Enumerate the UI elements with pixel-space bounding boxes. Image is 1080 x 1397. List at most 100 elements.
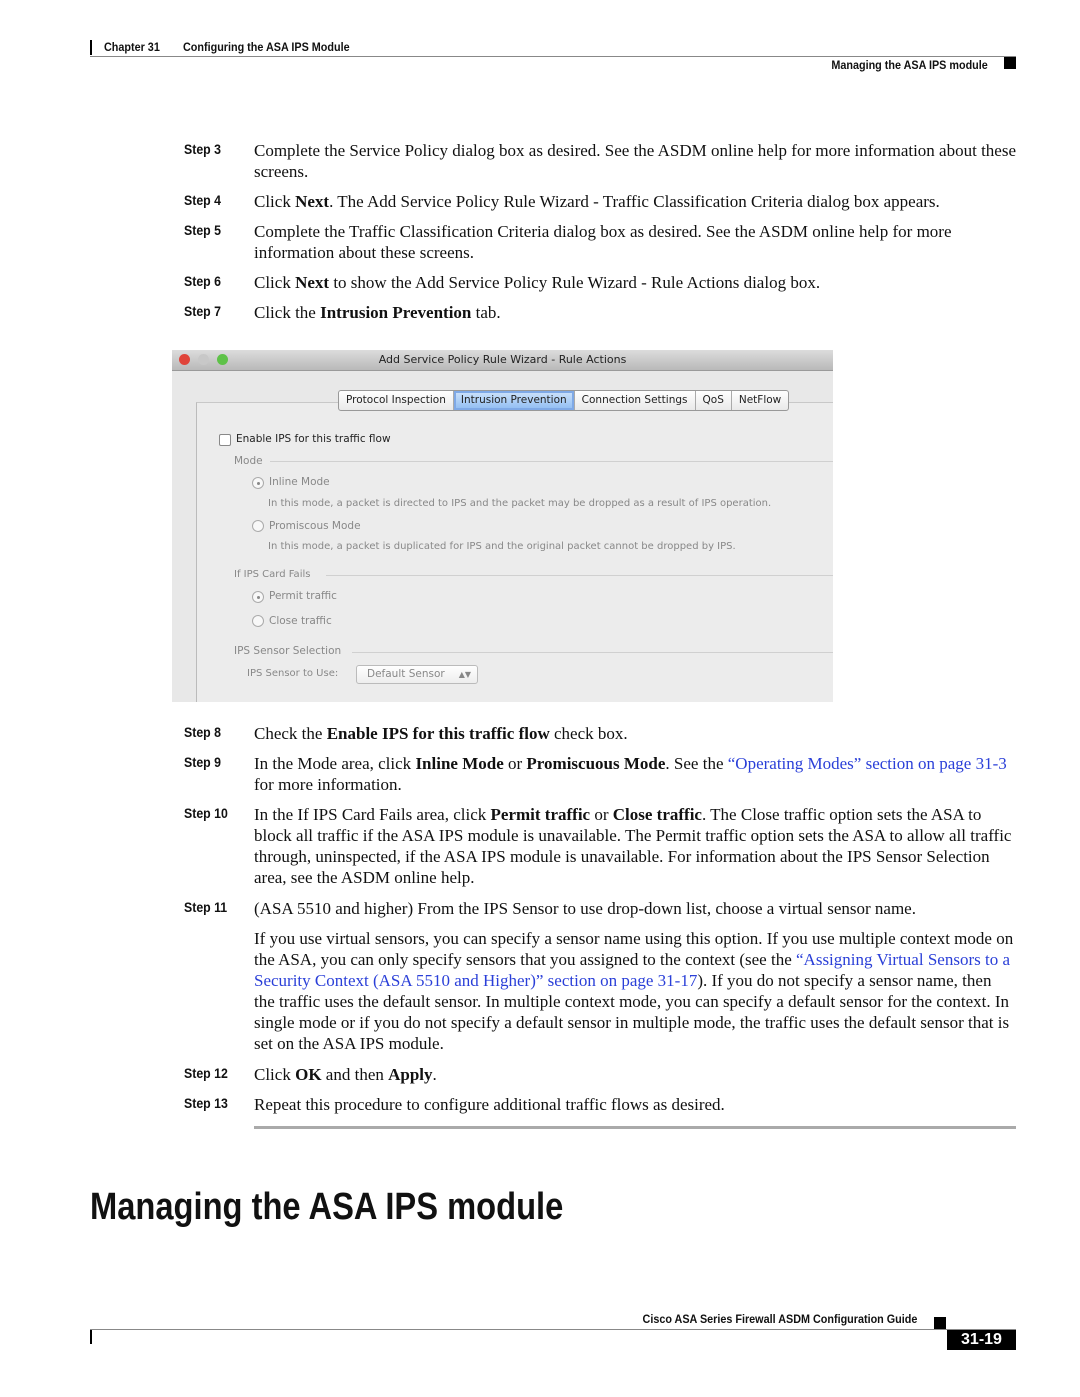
text-run: Click	[254, 192, 296, 211]
ui-term: Close traffic	[612, 805, 702, 824]
inline-mode-label[interactable]: Inline Mode	[269, 476, 330, 488]
text-run: In the If IPS Card Fails area, click	[254, 805, 491, 824]
step-label: Step 6	[184, 273, 221, 289]
procedure-end-rule	[254, 1126, 1016, 1129]
step-text: In the Mode area, click Inline Mode or P…	[254, 753, 1016, 795]
ui-term: Next	[295, 273, 330, 292]
step-label: Step 11	[184, 899, 228, 915]
ui-term: Permit traffic	[490, 805, 591, 824]
text-run: Click	[254, 1065, 296, 1084]
step-text: Repeat this procedure to configure addit…	[254, 1094, 1016, 1115]
text-run: and then	[321, 1065, 389, 1084]
tab-qos[interactable]: QoS	[696, 391, 732, 410]
text-run: for more information.	[254, 775, 402, 794]
permit-traffic-radio[interactable]	[252, 591, 264, 603]
sensor-select[interactable]: Default Sensor ▲▼	[356, 665, 478, 684]
step-text: If you use virtual sensors, you can spec…	[254, 928, 1016, 1054]
step-text: Click the Intrusion Prevention tab.	[254, 302, 1016, 323]
step-text: Complete the Traffic Classification Crit…	[254, 221, 1016, 263]
tab-bar: Protocol Inspection Intrusion Prevention…	[338, 390, 790, 411]
permit-traffic-label[interactable]: Permit traffic	[269, 590, 337, 602]
ui-term: Next	[295, 192, 330, 211]
step-label: Step 5	[184, 222, 221, 238]
text-run: . The Add Service Policy Rule Wizard - T…	[329, 192, 940, 211]
text-run: check box.	[549, 724, 628, 743]
text-run: .	[432, 1065, 437, 1084]
inline-mode-radio[interactable]	[252, 477, 264, 489]
footer-rule	[90, 1329, 1016, 1330]
sensor-group-label: IPS Sensor Selection	[234, 645, 342, 657]
step-text: Click Next. The Add Service Policy Rule …	[254, 191, 1016, 212]
promiscuous-mode-radio[interactable]	[252, 520, 264, 532]
tab-panel	[196, 402, 833, 702]
tab-protocol-inspection[interactable]: Protocol Inspection	[339, 391, 454, 410]
ui-term: OK	[295, 1065, 322, 1084]
page-number: 31-19	[961, 1331, 1002, 1348]
zoom-window-icon[interactable]	[217, 354, 228, 365]
sensor-to-use-label: IPS Sensor to Use:	[247, 668, 339, 679]
close-window-icon[interactable]	[179, 354, 190, 365]
header-rule	[90, 56, 1016, 57]
enable-ips-label[interactable]: Enable IPS for this traffic flow	[236, 433, 391, 445]
text-run: (ASA 5510 and higher) From the IPS Senso…	[254, 899, 916, 918]
header-square	[1004, 57, 1016, 69]
footer-guide-title: Cisco ASA Series Firewall ASDM Configura…	[642, 1312, 917, 1326]
close-traffic-label[interactable]: Close traffic	[269, 615, 332, 627]
text-run: . See the	[665, 754, 728, 773]
ui-term: Enable IPS for this traffic flow	[326, 724, 550, 743]
text-run: or	[503, 754, 527, 773]
step-label: Step 4	[184, 192, 221, 208]
text-run: or	[590, 805, 613, 824]
step-text: Click OK and then Apply.	[254, 1064, 1016, 1085]
updown-arrows-icon: ▲▼	[458, 670, 471, 679]
close-traffic-radio[interactable]	[252, 615, 264, 627]
chapter-title: Configuring the ASA IPS Module	[183, 40, 350, 54]
dialog-title: Add Service Policy Rule Wizard - Rule Ac…	[378, 353, 627, 366]
ui-term: Promiscuous Mode	[526, 754, 666, 773]
card-fails-group-label: If IPS Card Fails	[234, 569, 311, 580]
step-label: Step 9	[184, 754, 221, 770]
tab-intrusion-prevention[interactable]: Intrusion Prevention	[453, 391, 575, 410]
header-left-bar	[90, 40, 92, 55]
step-label: Step 8	[184, 724, 221, 740]
section-running-head: Managing the ASA IPS module	[831, 58, 988, 72]
step-label: Step 3	[184, 141, 221, 157]
step-text: Click Next to show the Add Service Polic…	[254, 272, 1016, 293]
chapter-number: Chapter 31	[104, 40, 160, 54]
text-run: In the Mode area, click	[254, 754, 416, 773]
step-label: Step 7	[184, 303, 221, 319]
cross-reference-link[interactable]: “Operating Modes” section on page 31-3	[728, 754, 1007, 773]
dialog-title-bar: Add Service Policy Rule Wizard - Rule Ac…	[172, 350, 833, 371]
step-text: Check the Enable IPS for this traffic fl…	[254, 723, 1016, 744]
text-run: Repeat this procedure to configure addit…	[254, 1095, 725, 1114]
inline-mode-description: In this mode, a packet is directed to IP…	[268, 498, 772, 509]
sensor-select-value: Default Sensor	[367, 668, 445, 680]
ui-term: Apply	[388, 1065, 433, 1084]
page-number-box: 31-19	[947, 1330, 1016, 1350]
minimize-window-icon[interactable]	[198, 354, 209, 365]
card-fails-divider	[326, 575, 833, 576]
text-run: Check the	[254, 724, 327, 743]
section-heading: Managing the ASA IPS module	[90, 1186, 564, 1228]
ui-term: Inline Mode	[415, 754, 504, 773]
promiscuous-mode-label[interactable]: Promiscous Mode	[269, 520, 361, 532]
step-text: Complete the Service Policy dialog box a…	[254, 140, 1016, 182]
tab-connection-settings[interactable]: Connection Settings	[575, 391, 696, 410]
mode-group-divider	[270, 461, 833, 462]
text-run: Complete the Service Policy dialog box a…	[254, 141, 1017, 181]
text-run: to show the Add Service Policy Rule Wiza…	[329, 273, 821, 292]
rule-actions-dialog: Add Service Policy Rule Wizard - Rule Ac…	[172, 350, 833, 702]
footer-left-bar	[90, 1330, 92, 1344]
promiscuous-mode-description: In this mode, a packet is duplicated for…	[268, 541, 736, 552]
footer-square	[934, 1317, 946, 1329]
text-run: Click	[254, 273, 296, 292]
enable-ips-checkbox[interactable]	[219, 434, 231, 446]
step-label: Step 13	[184, 1095, 228, 1111]
step-label: Step 12	[184, 1065, 228, 1081]
tab-netflow[interactable]: NetFlow	[732, 391, 788, 410]
ui-term: Intrusion Prevention	[320, 303, 472, 322]
step-text: In the If IPS Card Fails area, click Per…	[254, 804, 1016, 888]
mode-group-label: Mode	[234, 455, 263, 467]
text-run: Complete the Traffic Classification Crit…	[254, 222, 952, 262]
step-text: (ASA 5510 and higher) From the IPS Senso…	[254, 898, 1016, 919]
